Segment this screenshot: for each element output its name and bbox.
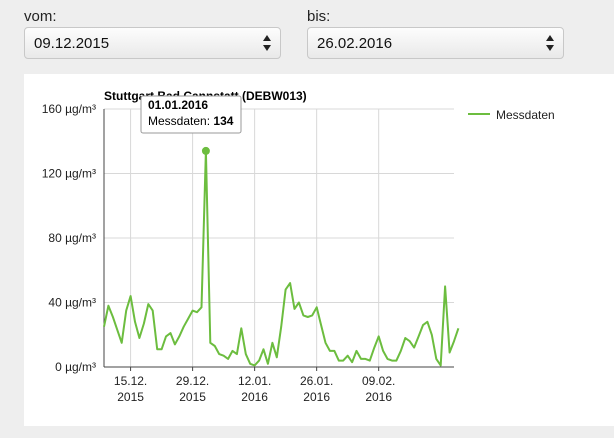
x-tick-label: 29.12. [176, 374, 209, 388]
x-tick-label: 15.12. [114, 374, 147, 388]
to-date-label: bis: [307, 8, 331, 25]
chart-panel: 0 µg/m³ 40 µg/m³ 80 µg/m³ 120 µg/m³ 160 µg/m… [24, 74, 614, 426]
x-tick-label: 2016 [241, 390, 268, 404]
to-date-value: 26.02.2016 [317, 35, 393, 52]
chart-legend[interactable]: Messdaten [468, 108, 555, 122]
legend-label: Messdaten [496, 108, 555, 122]
x-tick-label: 2016 [365, 390, 392, 404]
from-date-select[interactable]: 09.12.2015 [24, 27, 281, 59]
y-tick-label: 80 µg/m³ [48, 231, 96, 245]
from-date-value: 09.12.2015 [34, 35, 110, 52]
x-tick-label: 2016 [303, 390, 330, 404]
x-tick-label: 2015 [117, 390, 144, 404]
tooltip-date: 01.01.2016 [148, 98, 208, 112]
tooltip-series: Messdaten: 134 [148, 114, 234, 128]
x-tick-label: 26.01. [300, 374, 333, 388]
series-line [103, 149, 460, 367]
from-date-label: vom: [24, 8, 57, 25]
chart-series [103, 146, 460, 367]
select-arrows-icon [546, 35, 554, 51]
to-date-select[interactable]: 26.02.2016 [307, 27, 564, 59]
y-tick-label: 0 µg/m³ [55, 360, 96, 374]
y-tick-label: 160 µg/m³ [42, 102, 96, 116]
highlighted-data-point [201, 146, 210, 155]
x-tick-label: 09.02. [362, 374, 395, 388]
tooltip-value: 134 [213, 114, 233, 128]
chart-grid [104, 108, 454, 368]
select-arrows-icon [263, 35, 271, 51]
y-tick-label: 120 µg/m³ [42, 167, 96, 181]
x-tick-label: 12.01. [238, 374, 271, 388]
chart-tooltip: 01.01.2016 Messdaten: 134 [140, 95, 242, 134]
y-tick-label: 40 µg/m³ [48, 296, 96, 310]
line-chart: 0 µg/m³ 40 µg/m³ 80 µg/m³ 120 µg/m³ 160 µg/m… [42, 89, 555, 404]
tooltip-label: Messdaten: [148, 114, 210, 128]
x-tick-label: 2015 [179, 390, 206, 404]
